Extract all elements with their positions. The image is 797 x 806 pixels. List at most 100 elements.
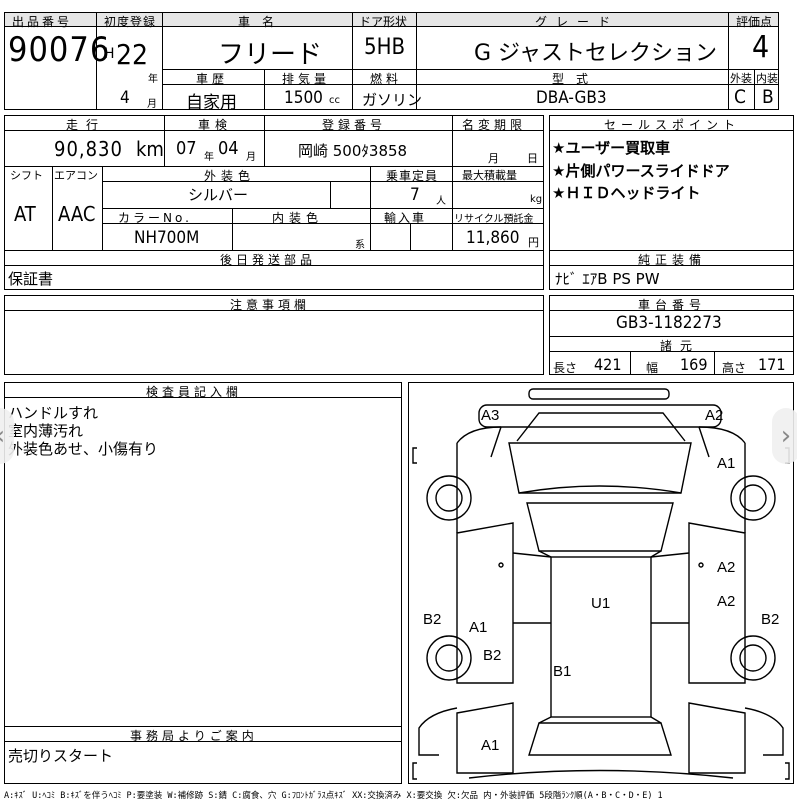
import-label: 輸入車	[384, 211, 427, 225]
door-value: 5HB	[364, 35, 406, 60]
mileage-label: 走行	[66, 118, 107, 132]
capacity-unit: 人	[436, 196, 446, 207]
prev-arrow-icon[interactable]: ‹	[0, 408, 14, 464]
shift-value: AT	[14, 202, 36, 226]
max-load-unit: kg	[530, 194, 543, 205]
model-label: 型式	[552, 72, 601, 86]
insp-month-unit: 月	[246, 152, 256, 163]
car-name-value: フリード	[218, 40, 323, 70]
fuel-label: 燃料	[370, 72, 403, 86]
score-value: 4	[752, 30, 770, 65]
grade-label: グレード	[535, 15, 620, 29]
width-value: 169	[680, 355, 708, 374]
inspector-line-3: 外装色あせ、小傷有り	[8, 440, 159, 458]
name-change-month: 月	[488, 152, 499, 165]
damage-mark: B2	[761, 611, 780, 628]
color-no-value: NH700M	[134, 228, 200, 248]
selling-point-2: ★片側パワースライドドア	[552, 162, 730, 180]
mileage-value: 90,830	[54, 137, 123, 161]
car-diagram: A3 A2 A1 A2 A2 U1 B2 A1 B2 B1 B2 A1	[408, 382, 794, 784]
aircon-label: エアコン	[54, 169, 98, 182]
score-label: 評価点	[736, 15, 773, 29]
later-parts-label: 後日発送部品	[220, 253, 317, 267]
dims-label: 諸元	[660, 339, 701, 353]
damage-mark: A1	[717, 455, 736, 472]
reg-year-unit: 年	[148, 74, 158, 85]
office-value: 売切りスタート	[8, 747, 114, 765]
ext-color-value: シルバー	[188, 186, 249, 204]
damage-mark: A2	[705, 407, 724, 424]
first-reg-label: 初度登録	[104, 15, 157, 29]
capacity-value: 7	[410, 185, 420, 205]
equipment-value: ﾅﾋﾞ ｴｱB PS PW	[555, 270, 660, 288]
height-label: 高さ	[722, 361, 747, 375]
name-change-label: 名変期限	[462, 118, 527, 132]
max-load-label: 最大積載量	[462, 169, 517, 182]
notes-label: 注意事項欄	[230, 298, 311, 312]
displacement-label: 排気量	[282, 72, 331, 86]
damage-mark: B1	[553, 663, 572, 680]
lot-value: 90076	[8, 30, 111, 70]
selling-point-1: ★ユーザー買取車	[552, 139, 671, 157]
damage-mark: A1	[481, 737, 500, 754]
displacement-value: 1500	[284, 88, 323, 108]
capacity-label: 乗車定員	[386, 169, 439, 183]
recycle-label: リサイクル預託金	[454, 214, 534, 225]
inspection-label: 車検	[198, 118, 233, 132]
history-label: 車歴	[196, 72, 229, 86]
insp-year-unit: 年	[204, 152, 214, 163]
damage-mark: B2	[423, 611, 442, 628]
insp-year: 07	[176, 138, 197, 159]
int-color-unit: 系	[355, 240, 365, 251]
name-change-day: 日	[527, 152, 538, 165]
insp-month: 04	[218, 138, 239, 159]
selling-point-3: ★ＨＩＤヘッドライト	[552, 184, 701, 202]
car-outline-svg	[412, 388, 790, 780]
reg-year: 22	[116, 38, 149, 71]
damage-mark: A3	[481, 407, 500, 424]
selling-points-label: セールスポイント	[604, 118, 741, 132]
displacement-unit: cc	[329, 95, 340, 106]
later-parts-value: 保証書	[8, 270, 54, 288]
shift-label: シフト	[10, 169, 43, 182]
car-name-label: 車名	[238, 15, 287, 29]
mileage-unit: km	[136, 137, 164, 161]
ext-grade-label: 外装	[730, 72, 752, 85]
era: H	[104, 46, 115, 62]
inspector-label: 検査員記入欄	[146, 385, 243, 399]
legend-text: A:ｷｽﾞ U:ﾍｺﾐ B:ｷｽﾞを伴うﾍｺﾐ P:要塗装 W:補修跡 S:錆 …	[4, 791, 663, 801]
int-grade-label: 内装	[756, 72, 778, 85]
chassis-value: GB3-1182273	[616, 313, 722, 333]
lot-label: 出品番号	[12, 15, 73, 29]
office-label: 事務局よりご案内	[130, 729, 258, 743]
damage-mark: B2	[483, 647, 502, 664]
damage-mark: A1	[469, 619, 488, 636]
vehicle-info-block	[4, 115, 544, 251]
recycle-unit: 円	[528, 236, 539, 249]
int-grade-value: B	[762, 86, 774, 108]
reg-month: 4	[120, 88, 130, 108]
fuel-value: ガソリン	[362, 91, 423, 109]
width-label: 幅	[646, 361, 659, 375]
next-arrow-icon[interactable]: ›	[772, 408, 797, 464]
model-value: DBA-GB3	[536, 88, 607, 108]
aircon-value: AAC	[58, 202, 96, 226]
damage-mark: A2	[717, 593, 736, 610]
history-value: 自家用	[186, 93, 237, 113]
door-label: ドア形状	[359, 15, 408, 29]
length-value: 421	[594, 355, 622, 374]
int-color-label: 内装色	[272, 211, 324, 225]
grade-value: G ジャストセレクション	[474, 41, 717, 66]
plate-value: 岡崎 500ﾀ3858	[298, 142, 408, 160]
reg-month-unit: 月	[147, 99, 157, 110]
ext-grade-value: C	[734, 86, 746, 108]
plate-label: 登録番号	[322, 118, 387, 132]
damage-mark: A2	[717, 559, 736, 576]
color-no-label: カラーNo.	[118, 211, 192, 225]
recycle-value: 11,860	[466, 228, 520, 248]
height-value: 171	[758, 355, 786, 374]
chassis-label: 車台番号	[638, 298, 707, 312]
ext-color-label: 外装色	[204, 169, 256, 183]
damage-mark: U1	[591, 595, 611, 612]
length-label: 長さ	[553, 361, 578, 375]
